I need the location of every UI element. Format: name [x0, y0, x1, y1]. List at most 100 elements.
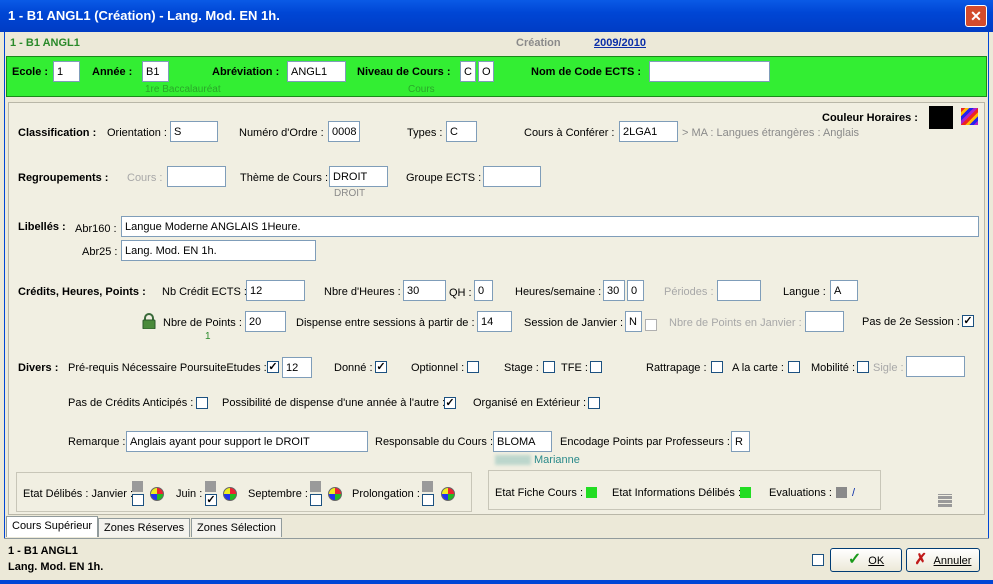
- prolongation-state-indicator: [422, 481, 433, 492]
- couleur-swatch[interactable]: [929, 106, 953, 129]
- window-bottom-border: [0, 580, 993, 584]
- prolongation-chart-icon[interactable]: [441, 487, 455, 501]
- dispense-field[interactable]: [477, 311, 512, 332]
- niveau-field-2[interactable]: [478, 61, 494, 82]
- niveau-hint: Cours: [408, 84, 435, 95]
- annee-field[interactable]: [142, 61, 169, 82]
- abr160-field[interactable]: [121, 216, 979, 237]
- sigle-field[interactable]: [906, 356, 965, 377]
- theme-field[interactable]: [329, 166, 388, 187]
- x-icon: ✗: [914, 551, 928, 568]
- points-janvier-field[interactable]: [805, 311, 844, 332]
- remarque-label: Remarque :: [68, 436, 126, 448]
- anticipes-checkbox[interactable]: [196, 397, 208, 409]
- check-icon: ✓: [376, 361, 386, 373]
- etat-info-indicator: [740, 487, 751, 498]
- encodage-field[interactable]: [731, 431, 750, 452]
- donne-checkbox[interactable]: ✓: [375, 361, 387, 373]
- conferer-hint: > MA : Langues étrangères : Anglais: [682, 127, 860, 139]
- qh-field[interactable]: [474, 280, 493, 301]
- exterieur-checkbox[interactable]: [588, 397, 600, 409]
- window-titlebar: 1 - B1 ANGL1 (Création) - Lang. Mod. EN …: [0, 0, 993, 32]
- abr25-label: Abr25 :: [82, 246, 118, 258]
- tab-cours-superieur[interactable]: Cours Supérieur: [6, 516, 99, 537]
- qh-label: QH :: [449, 287, 472, 299]
- check-icon: ✓: [268, 361, 278, 373]
- abreviation-label: Abréviation :: [212, 66, 280, 78]
- heures-label: Nbre d'Heures :: [324, 286, 401, 298]
- ordre-field[interactable]: [328, 121, 360, 142]
- points-janvier-label: Nbre de Points en Janvier :: [669, 317, 802, 329]
- prerequis-field[interactable]: [282, 357, 312, 378]
- langue-field[interactable]: [830, 280, 858, 301]
- main-panel: [8, 102, 985, 515]
- tfe-checkbox[interactable]: [590, 361, 602, 373]
- color-picker-icon[interactable]: [961, 108, 978, 125]
- tab-zones-selection[interactable]: Zones Sélection: [191, 518, 282, 537]
- grid-icon[interactable]: [938, 494, 952, 507]
- rattrapage-label: Rattrapage :: [646, 362, 707, 374]
- etat-info-label: Etat Informations Délibés :: [612, 487, 742, 499]
- septembre-chart-icon[interactable]: [328, 487, 342, 501]
- dispense-annee-checkbox[interactable]: ✓: [444, 397, 456, 409]
- cancel-button[interactable]: ✗ Annuler: [906, 548, 980, 572]
- info-mode: Création: [516, 37, 561, 49]
- ects-code-field[interactable]: [649, 61, 770, 82]
- close-button[interactable]: ✕: [965, 5, 987, 27]
- etat-fiche-label: Etat Fiche Cours :: [495, 487, 584, 499]
- cancel-button-label: Annuler: [933, 555, 972, 567]
- points-field[interactable]: [245, 311, 286, 332]
- prolongation-label: Prolongation :: [352, 488, 420, 500]
- regroupements-label: Regroupements :: [18, 172, 109, 184]
- donne-label: Donné :: [334, 362, 373, 374]
- annee-label: Année :: [92, 66, 133, 78]
- optionnel-checkbox[interactable]: [467, 361, 479, 373]
- responsable-field[interactable]: [493, 431, 552, 452]
- janvier-chart-icon[interactable]: [150, 487, 164, 501]
- info-year-link[interactable]: 2009/2010: [594, 37, 646, 49]
- rattrapage-checkbox[interactable]: [711, 361, 723, 373]
- ecole-field[interactable]: [53, 61, 80, 82]
- mobilite-checkbox[interactable]: [857, 361, 869, 373]
- session-janvier-checkbox[interactable]: [645, 319, 657, 331]
- ok-button-label: OK: [868, 555, 885, 567]
- footer-code: 1 - B1 ANGL1: [8, 545, 78, 557]
- divers-label: Divers :: [18, 362, 59, 374]
- session-janvier-field[interactable]: [625, 311, 642, 332]
- conferer-label: Cours à Conférer :: [524, 127, 615, 139]
- conferer-field[interactable]: [619, 121, 678, 142]
- lock-icon: [142, 313, 156, 329]
- prerequis-checkbox[interactable]: ✓: [267, 361, 279, 373]
- a-la-carte-checkbox[interactable]: [788, 361, 800, 373]
- abr25-field[interactable]: [121, 240, 316, 261]
- heures-field[interactable]: [403, 280, 446, 301]
- niveau-field-1[interactable]: [460, 61, 476, 82]
- heures-semaine-field-1[interactable]: [603, 280, 625, 301]
- juin-chart-icon[interactable]: [223, 487, 237, 501]
- pas-2e-session-checkbox[interactable]: ✓: [962, 315, 974, 327]
- dispense-label: Dispense entre sessions à partir de :: [296, 317, 475, 329]
- types-field[interactable]: [446, 121, 477, 142]
- juin-checkbox[interactable]: ✓: [205, 494, 217, 506]
- footer-checkbox[interactable]: [812, 554, 824, 566]
- periodes-field[interactable]: [717, 280, 761, 301]
- tab-zones-reserves[interactable]: Zones Réserves: [98, 518, 191, 537]
- heures-semaine-field-2[interactable]: [627, 280, 644, 301]
- theme-label: Thème de Cours :: [240, 172, 329, 184]
- prolongation-checkbox[interactable]: [422, 494, 434, 506]
- orientation-field[interactable]: [170, 121, 218, 142]
- janvier-checkbox[interactable]: [132, 494, 144, 506]
- groupe-ects-field[interactable]: [483, 166, 541, 187]
- septembre-label: Septembre :: [248, 488, 308, 500]
- info-code: 1 - B1 ANGL1: [10, 37, 80, 49]
- stage-checkbox[interactable]: [543, 361, 555, 373]
- ok-button[interactable]: ✓ OK: [830, 548, 902, 572]
- cours-label: Cours :: [127, 172, 163, 184]
- niveau-label: Niveau de Cours :: [357, 66, 451, 78]
- nb-ects-field[interactable]: [246, 280, 305, 301]
- cours-field[interactable]: [167, 166, 226, 187]
- abreviation-field[interactable]: [287, 61, 346, 82]
- remarque-field[interactable]: [126, 431, 368, 452]
- septembre-checkbox[interactable]: [310, 494, 322, 506]
- ects-code-label: Nom de Code ECTS :: [531, 66, 642, 78]
